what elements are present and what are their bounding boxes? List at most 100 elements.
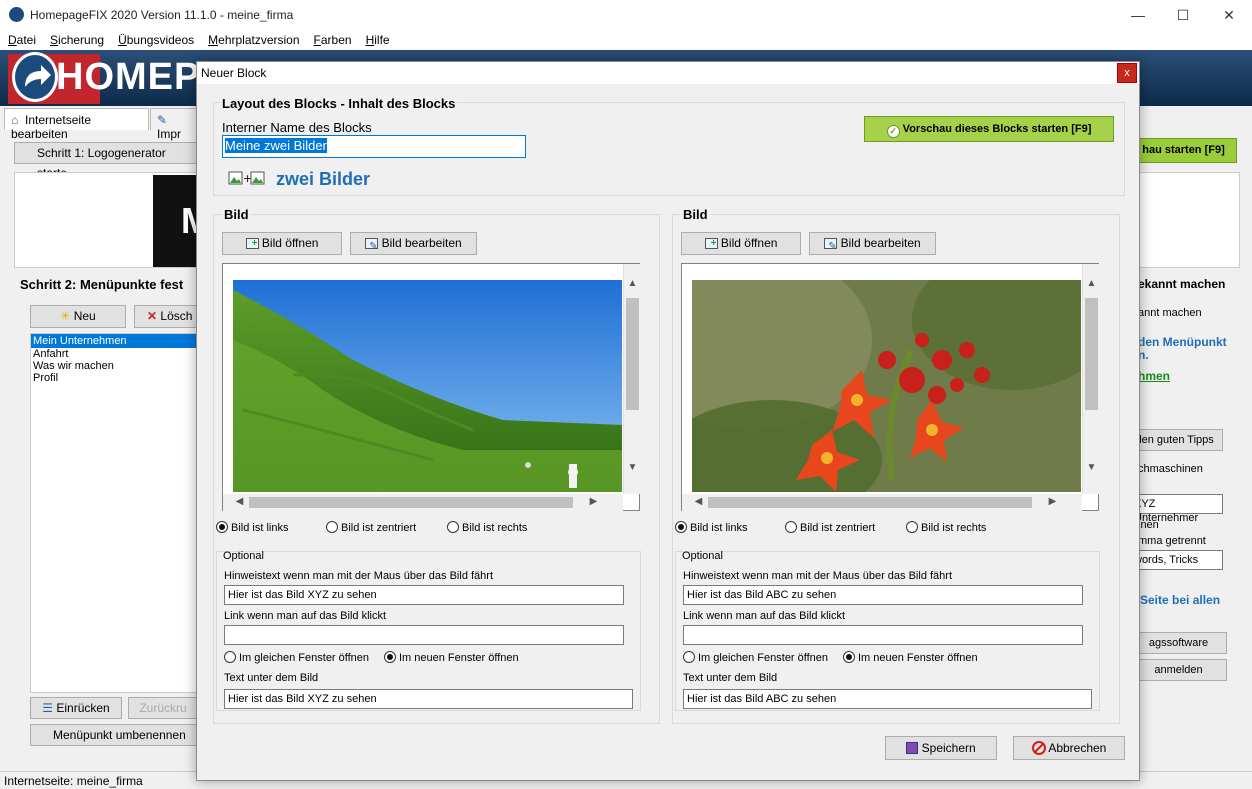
horizontal-scrollbar[interactable]: ◀ ▶ [682, 494, 1082, 511]
scroll-up-icon[interactable]: ▲ [624, 278, 641, 289]
menu-uebungsvideos[interactable]: Übungsvideos [110, 30, 200, 47]
scroll-left-icon[interactable]: ◀ [690, 496, 707, 507]
scroll-thumb[interactable] [626, 298, 639, 410]
block-name-input[interactable]: Meine zwei Bilder [222, 135, 526, 158]
preview-block-button[interactable]: ✓ Vorschau dieses Blocks starten [F9] [864, 116, 1114, 142]
new-window-radio[interactable]: Im neuen Fenster öffnen [843, 651, 978, 664]
radio-indicator [326, 521, 338, 533]
scroll-down-icon[interactable]: ▼ [1083, 462, 1100, 473]
menu-datei[interactable]: Datei [0, 30, 42, 47]
radio-indicator [683, 651, 695, 663]
button-label: Speichern [921, 741, 976, 755]
logogenerator-button[interactable]: Schritt 1: Logogenerator starte [14, 142, 198, 180]
menu-items-list[interactable]: Mein Unternehmen Anfahrt Was wir machen … [30, 333, 198, 693]
radio-indicator [224, 651, 236, 663]
align-left-radio[interactable]: Bild ist links [675, 521, 747, 534]
main-preview-button[interactable]: hau starten [F9] [1130, 138, 1237, 163]
two-images-icon: + [228, 170, 266, 189]
button-label: Bild bearbeiten [840, 236, 921, 250]
same-window-radio[interactable]: Im gleichen Fenster öffnen [683, 651, 828, 664]
scroll-right-icon[interactable]: ▶ [585, 496, 602, 507]
keywords-field[interactable]: words, Tricks [1130, 550, 1223, 570]
image-preview-frame[interactable]: ▲ ▼ ◀ ▶ [222, 263, 640, 511]
rename-menu-item-button[interactable]: Menüpunkt umbenennen [30, 724, 198, 746]
vertical-scrollbar[interactable]: ▲ ▼ [1082, 264, 1099, 494]
company-field[interactable]: XYZ Unternehmer [1130, 494, 1223, 524]
tips-button[interactable]: len guten Tipps [1130, 429, 1223, 451]
menu-farben[interactable]: Farben [306, 30, 358, 47]
button-label: Vorschau dieses Blocks starten [F9] [902, 123, 1092, 135]
horizontal-scrollbar[interactable]: ◀ ▶ [223, 494, 623, 511]
right-text3: mma getrennt [1138, 535, 1206, 547]
caption-input[interactable]: Hier ist das Bild XYZ zu sehen [224, 689, 633, 709]
delete-menu-item-button[interactable]: ✕ Lösch [134, 305, 198, 328]
align-left-radio[interactable]: Bild ist links [216, 521, 288, 534]
right-line1: annt machen [1138, 307, 1202, 319]
hover-text-input[interactable]: Hier ist das Bild XYZ zu sehen [224, 585, 624, 605]
right-link1[interactable]: den Menüpunkt [1138, 335, 1227, 349]
h-scroll-thumb[interactable] [708, 497, 1032, 508]
star-icon: ✳ [60, 309, 71, 323]
tab-impressum[interactable]: ✎ Impr [150, 108, 198, 141]
button-label: hau starten [F9] [1142, 144, 1225, 156]
maximize-icon[interactable]: ☐ [1173, 5, 1193, 25]
caption-label: Text unter dem Bild [224, 672, 319, 684]
dialog-title: Neuer Block [201, 66, 267, 80]
list-item[interactable]: Mein Unternehmen [31, 334, 197, 348]
align-center-radio[interactable]: Bild ist zentriert [785, 521, 875, 534]
align-right-radio[interactable]: Bild ist rechts [447, 521, 527, 534]
list-item[interactable]: Was wir machen [31, 360, 197, 372]
cancel-button[interactable]: Abbrechen [1013, 736, 1125, 760]
new-window-radio[interactable]: Im neuen Fenster öffnen [384, 651, 519, 664]
register-button[interactable]: anmelden [1130, 659, 1227, 681]
edit-image-button[interactable]: ✎ Bild bearbeiten [350, 232, 477, 255]
scroll-thumb[interactable] [1085, 298, 1098, 410]
menu-hilfe[interactable]: Hilfe [358, 30, 396, 47]
caption-input[interactable]: Hier ist das Bild ABC zu sehen [683, 689, 1092, 709]
radio-indicator [843, 651, 855, 663]
save-button[interactable]: Speichern [885, 736, 997, 760]
button-label: Menüpunkt umbenennen [53, 728, 186, 742]
dialog-close-button[interactable]: x [1117, 63, 1137, 83]
menu-sicherung[interactable]: Sicherung [42, 30, 110, 47]
logo-preview-panel: M [14, 172, 211, 268]
align-center-radio[interactable]: Bild ist zentriert [326, 521, 416, 534]
close-icon[interactable]: ✕ [1219, 5, 1239, 25]
minimize-icon[interactable]: — [1128, 5, 1148, 25]
edit-image-button[interactable]: ✎ Bild bearbeiten [809, 232, 936, 255]
indent-button[interactable]: ☰ Einrücken [30, 697, 122, 719]
same-window-radio[interactable]: Im gleichen Fenster öffnen [224, 651, 369, 664]
right-link3[interactable]: Seite bei allen [1140, 593, 1220, 607]
menu-mehrplatzversion[interactable]: Mehrplatzversion [200, 30, 305, 47]
align-right-radio[interactable]: Bild ist rechts [906, 521, 986, 534]
scroll-right-icon[interactable]: ▶ [1044, 496, 1061, 507]
tab-internetseite-bearbeiten[interactable]: ⌂ Internetseite bearbeiten [4, 108, 149, 141]
radio-indicator [675, 521, 687, 533]
h-scroll-thumb[interactable] [249, 497, 573, 508]
image-header: Bild [681, 207, 710, 222]
edit-image-icon: ✎ [824, 238, 838, 252]
open-image-button[interactable]: + Bild öffnen [681, 232, 801, 255]
list-item[interactable]: Profil [31, 372, 197, 384]
right-preview-panel [1130, 172, 1240, 268]
right-heading: ekannt machen [1138, 277, 1226, 291]
new-block-dialog: Neuer Block x Layout des Blocks - Inhalt… [196, 61, 1140, 781]
scroll-up-icon[interactable]: ▲ [1083, 278, 1100, 289]
back-button[interactable]: Zurückru [128, 697, 198, 719]
vertical-scrollbar[interactable]: ▲ ▼ [623, 264, 640, 494]
scroll-left-icon[interactable]: ◀ [231, 496, 248, 507]
right-link2[interactable]: hmen [1138, 369, 1170, 383]
layout-header: Layout des Blocks - Inhalt des Blocks [220, 96, 458, 111]
link-input[interactable] [224, 625, 624, 645]
open-image-button[interactable]: + Bild öffnen [222, 232, 342, 255]
scroll-down-icon[interactable]: ▼ [624, 462, 641, 473]
hover-text-input[interactable]: Hier ist das Bild ABC zu sehen [683, 585, 1083, 605]
button-label: Neu [73, 309, 96, 323]
list-item[interactable]: Anfahrt [31, 348, 197, 360]
image-group-right: Bild + Bild öffnen ✎ Bild bearbeiten ▲ ▼… [632, 207, 1120, 724]
software-button[interactable]: agssoftware [1130, 632, 1227, 654]
link-input[interactable] [683, 625, 1083, 645]
image-preview-frame[interactable]: ▲ ▼ ◀ ▶ [632, 250, 1112, 520]
radio-indicator [384, 651, 396, 663]
new-menu-item-button[interactable]: ✳ Neu [30, 305, 126, 328]
